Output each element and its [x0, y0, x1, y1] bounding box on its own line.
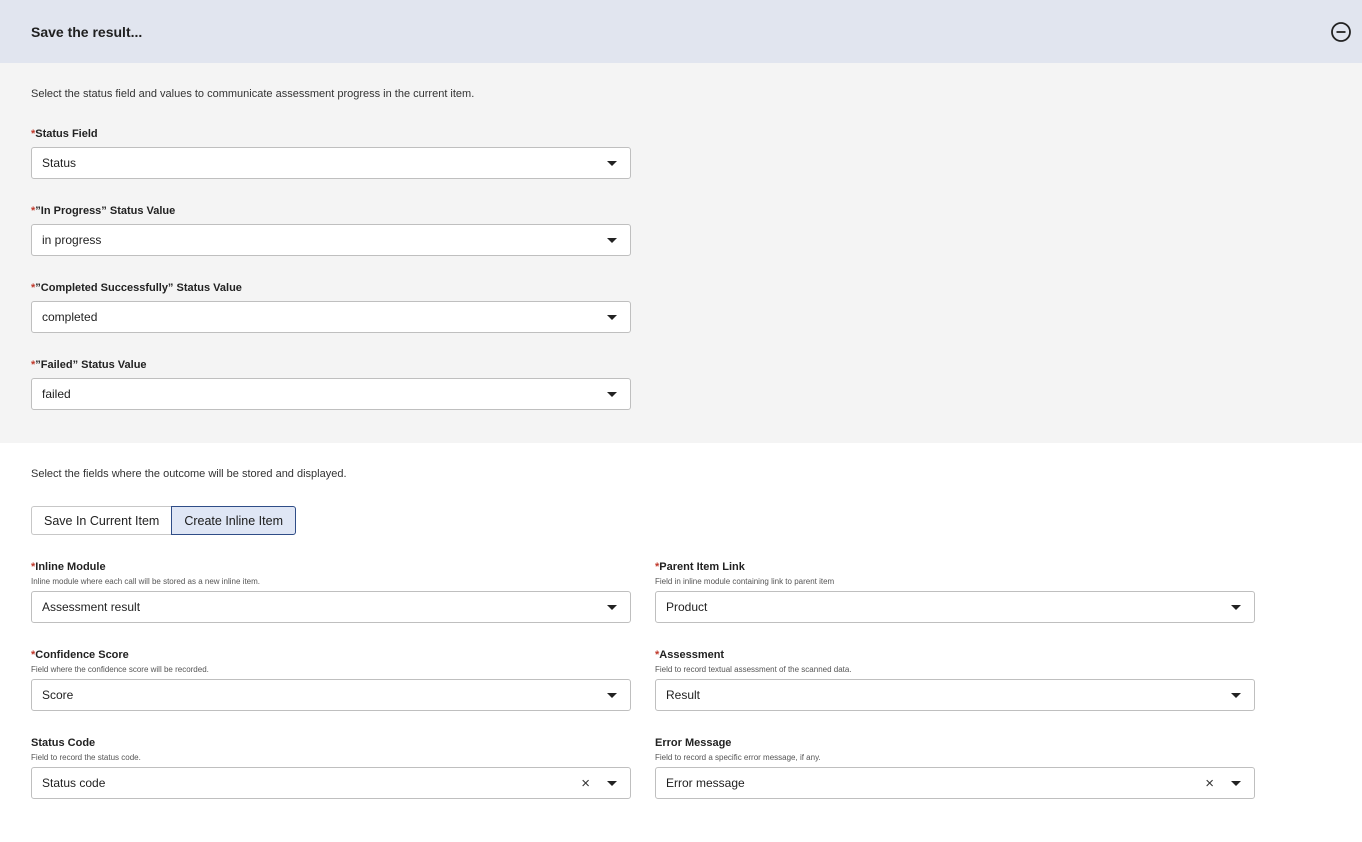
failed-field-group: *”Failed” Status Value failed	[31, 358, 631, 410]
section-title: Save the result...	[31, 23, 143, 40]
collapse-button[interactable]	[1330, 21, 1352, 43]
minus-circle-icon	[1331, 21, 1351, 42]
select-value: completed	[42, 310, 98, 324]
select-value: Score	[42, 688, 74, 702]
confidence-score-group: *Confidence Score Field where the confid…	[31, 648, 631, 711]
failed-select[interactable]: failed	[31, 378, 631, 410]
in-progress-label: *”In Progress” Status Value	[31, 205, 176, 217]
save-mode-toggle: Save In Current Item Create Inline Item	[31, 506, 1331, 535]
caret-down-icon	[607, 237, 617, 243]
section-header: Save the result...	[0, 0, 1362, 63]
parent-link-group: *Parent Item Link Field in inline module…	[655, 560, 1255, 623]
status-settings-section: Select the status field and values to co…	[0, 63, 1362, 443]
inline-module-label: *Inline Module	[31, 561, 106, 573]
caret-down-icon	[607, 391, 617, 397]
confidence-score-select[interactable]: Score	[31, 679, 631, 711]
select-value: Status	[42, 156, 77, 170]
caret-down-icon	[607, 604, 617, 610]
caret-down-icon	[607, 780, 617, 786]
select-value: Product	[666, 600, 708, 614]
clear-x-icon[interactable]: ×	[581, 776, 590, 791]
caret-down-icon	[607, 314, 617, 320]
status-field-label: *Status Field	[31, 128, 98, 140]
status-code-hint: Field to record the status code.	[31, 753, 141, 762]
status-code-label: Status Code	[31, 737, 96, 749]
in-progress-field-group: *”In Progress” Status Value in progress	[31, 204, 631, 256]
parent-link-select[interactable]: Product	[655, 591, 1255, 623]
assessment-label: *Assessment	[655, 649, 725, 661]
confidence-score-label: *Confidence Score	[31, 649, 129, 661]
output-settings-section: Select the fields where the outcome will…	[0, 443, 1362, 799]
select-value: Result	[666, 688, 701, 702]
clear-x-icon[interactable]: ×	[1205, 776, 1214, 791]
caret-down-icon	[1231, 780, 1241, 786]
select-value: Error message	[666, 776, 745, 790]
assessment-select[interactable]: Result	[655, 679, 1255, 711]
completed-label: *”Completed Successfully” Status Value	[31, 282, 242, 294]
error-message-select[interactable]: Error message ×	[655, 767, 1255, 799]
in-progress-select[interactable]: in progress	[31, 224, 631, 256]
status-code-group: Status Code Field to record the status c…	[31, 736, 631, 799]
error-message-group: Error Message Field to record a specific…	[655, 736, 1255, 799]
save-in-current-item-button[interactable]: Save In Current Item	[31, 506, 172, 535]
completed-select[interactable]: completed	[31, 301, 631, 333]
caret-down-icon	[607, 160, 617, 166]
caret-down-icon	[1231, 604, 1241, 610]
select-value: in progress	[42, 233, 102, 247]
failed-label: *”Failed” Status Value	[31, 359, 147, 371]
status-description: Select the status field and values to co…	[31, 88, 475, 100]
caret-down-icon	[1231, 692, 1241, 698]
select-value: failed	[42, 387, 71, 401]
status-field-group: *Status Field Status	[31, 127, 631, 179]
inline-module-group: *Inline Module Inline module where each …	[31, 560, 631, 623]
error-message-label: Error Message	[655, 737, 732, 749]
error-message-hint: Field to record a specific error message…	[655, 753, 821, 762]
status-field-select[interactable]: Status	[31, 147, 631, 179]
caret-down-icon	[607, 692, 617, 698]
assessment-group: *Assessment Field to record textual asse…	[655, 648, 1255, 711]
output-description: Select the fields where the outcome will…	[31, 468, 347, 480]
create-inline-item-button[interactable]: Create Inline Item	[171, 506, 296, 535]
status-code-select[interactable]: Status code ×	[31, 767, 631, 799]
inline-module-hint: Inline module where each call will be st…	[31, 577, 261, 586]
parent-link-hint: Field in inline module containing link t…	[655, 577, 835, 586]
inline-module-select[interactable]: Assessment result	[31, 591, 631, 623]
assessment-hint: Field to record textual assessment of th…	[655, 665, 852, 674]
select-value: Assessment result	[42, 600, 141, 614]
completed-field-group: *”Completed Successfully” Status Value c…	[31, 281, 631, 333]
confidence-score-hint: Field where the confidence score will be…	[31, 665, 209, 674]
select-value: Status code	[42, 776, 106, 790]
output-fields-grid: *Inline Module Inline module where each …	[31, 560, 1331, 799]
parent-link-label: *Parent Item Link	[655, 561, 745, 573]
